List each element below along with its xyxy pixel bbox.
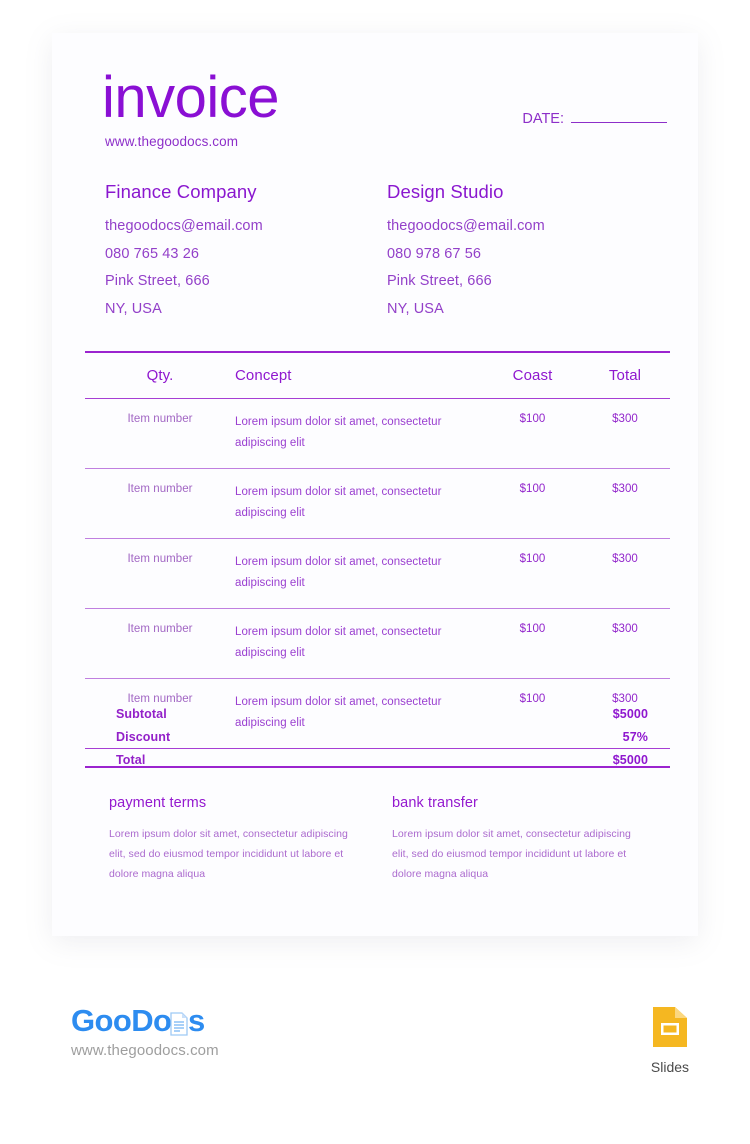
cell-qty: Item number bbox=[127, 413, 193, 425]
cell-qty: Item number bbox=[127, 693, 193, 705]
totals-label: Total bbox=[116, 753, 146, 767]
totals-value: $5000 bbox=[612, 707, 648, 721]
cell-coast: $100 bbox=[519, 483, 546, 495]
goodocs-logo: GooDocs bbox=[71, 1002, 331, 1040]
column-header-coast: Coast bbox=[512, 367, 553, 384]
date-input-line[interactable] bbox=[571, 109, 667, 123]
date-field[interactable]: DATE: bbox=[522, 109, 667, 127]
cell-concept: Lorem ipsum dolor sit amet, consectetur … bbox=[235, 416, 442, 449]
goodocs-branding: GooDocs www.thegoodocs.com bbox=[71, 1002, 331, 1059]
table-row: Item number Lorem ipsum dolor sit amet, … bbox=[85, 609, 670, 678]
totals-row-subtotal: Subtotal $5000 bbox=[116, 707, 648, 721]
cell-qty: Item number bbox=[127, 623, 193, 635]
party-phone: 080 765 43 26 bbox=[105, 245, 200, 262]
cell-coast: $100 bbox=[519, 623, 546, 635]
slides-label: Slides bbox=[650, 1059, 690, 1075]
date-label: DATE: bbox=[522, 111, 564, 127]
party-city: NY, USA bbox=[387, 300, 444, 317]
column-header-qty: Qty. bbox=[146, 367, 174, 384]
totals-row-discount: Discount 57% bbox=[116, 730, 648, 744]
cell-total: $300 bbox=[612, 413, 638, 425]
notes-section: payment terms Lorem ipsum dolor sit amet… bbox=[109, 795, 671, 884]
party-name: Finance Company bbox=[105, 181, 257, 202]
parties-section: Finance Company thegoodocs@email.com 080… bbox=[105, 181, 665, 328]
party-email: thegoodocs@email.com bbox=[105, 218, 263, 234]
document-icon bbox=[169, 1007, 189, 1036]
party-sender: Finance Company thegoodocs@email.com 080… bbox=[105, 181, 383, 328]
cell-total: $300 bbox=[612, 553, 638, 565]
column-header-total: Total bbox=[608, 367, 642, 384]
cell-coast: $100 bbox=[519, 553, 546, 565]
google-slides-icon bbox=[650, 1007, 690, 1053]
party-street: Pink Street, 666 bbox=[387, 273, 492, 289]
note-bank-transfer: bank transfer Lorem ipsum dolor sit amet… bbox=[388, 795, 671, 884]
footer-divider-rule bbox=[85, 766, 670, 768]
totals-label: Discount bbox=[116, 730, 171, 744]
party-recipient: Design Studio thegoodocs@email.com 080 9… bbox=[383, 181, 665, 328]
party-street: Pink Street, 666 bbox=[105, 273, 210, 289]
cell-qty: Item number bbox=[127, 553, 193, 565]
party-city: NY, USA bbox=[105, 300, 162, 317]
note-body: Lorem ipsum dolor sit amet, consectetur … bbox=[392, 828, 631, 880]
column-header-concept: Concept bbox=[235, 367, 292, 384]
header-website: www.thegoodocs.com bbox=[105, 134, 239, 149]
cell-total: $300 bbox=[612, 483, 638, 495]
page-title: invoice bbox=[102, 65, 280, 130]
logo-text-goo: Goo bbox=[71, 1003, 132, 1038]
cell-concept: Lorem ipsum dolor sit amet, consectetur … bbox=[235, 626, 442, 659]
note-payment-terms: payment terms Lorem ipsum dolor sit amet… bbox=[109, 795, 388, 884]
totals-value: $5000 bbox=[612, 753, 648, 767]
note-body: Lorem ipsum dolor sit amet, consectetur … bbox=[109, 828, 348, 880]
party-name: Design Studio bbox=[387, 181, 504, 202]
table-header-row: Qty. Concept Coast Total bbox=[85, 353, 670, 398]
totals-value: 57% bbox=[622, 730, 648, 744]
table-row: Item number Lorem ipsum dolor sit amet, … bbox=[85, 539, 670, 608]
line-items-table: Qty. Concept Coast Total Item number Lor… bbox=[85, 351, 670, 749]
cell-total: $300 bbox=[612, 623, 638, 635]
table-row: Item number Lorem ipsum dolor sit amet, … bbox=[85, 469, 670, 538]
cell-coast: $100 bbox=[519, 413, 546, 425]
party-email: thegoodocs@email.com bbox=[387, 218, 545, 234]
cell-coast: $100 bbox=[519, 693, 546, 705]
invoice-card: invoice www.thegoodocs.com DATE: Finance… bbox=[52, 33, 698, 936]
cell-qty: Item number bbox=[127, 483, 193, 495]
cell-concept: Lorem ipsum dolor sit amet, consectetur … bbox=[235, 556, 442, 589]
totals-label: Subtotal bbox=[116, 707, 167, 721]
note-title: payment terms bbox=[109, 795, 207, 811]
cell-concept: Lorem ipsum dolor sit amet, consectetur … bbox=[235, 486, 442, 519]
brand-url: www.thegoodocs.com bbox=[71, 1042, 219, 1059]
note-title: bank transfer bbox=[392, 795, 478, 811]
page-background: invoice www.thegoodocs.com DATE: Finance… bbox=[0, 0, 750, 1144]
party-phone: 080 978 67 56 bbox=[387, 245, 482, 262]
logo-text-docs: Docs bbox=[131, 1003, 205, 1038]
totals-row-total: Total $5000 bbox=[116, 753, 648, 767]
slides-badge[interactable]: Slides bbox=[648, 1005, 692, 1075]
cell-total: $300 bbox=[612, 693, 638, 705]
table-row: Item number Lorem ipsum dolor sit amet, … bbox=[85, 399, 670, 468]
